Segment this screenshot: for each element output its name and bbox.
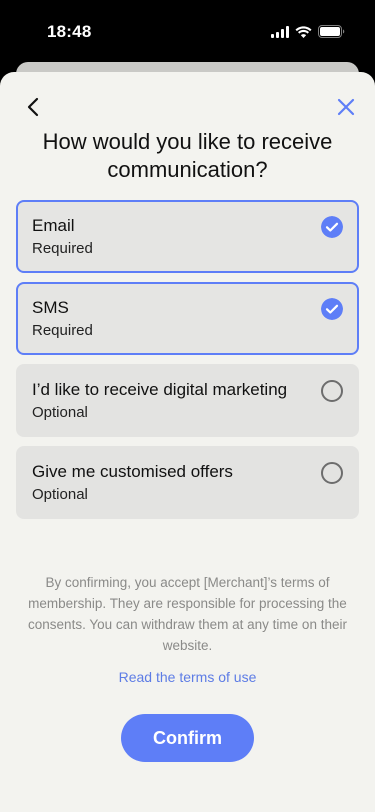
close-icon	[337, 98, 355, 116]
empty-circle-icon	[321, 380, 343, 402]
option-digital-marketing[interactable]: I’d like to receive digital marketing Op…	[16, 364, 359, 437]
confirm-button[interactable]: Confirm	[121, 714, 254, 762]
chevron-left-icon	[27, 97, 39, 117]
signal-icon	[271, 25, 289, 38]
option-customised-offers[interactable]: Give me customised offers Optional	[16, 446, 359, 519]
check-circle-icon	[321, 298, 343, 320]
option-email[interactable]: Email Required	[16, 200, 359, 273]
back-button[interactable]	[20, 94, 46, 120]
option-label: Give me customised offers	[32, 462, 233, 481]
page-title: How would you like to receive communicat…	[42, 129, 333, 182]
close-button[interactable]	[333, 94, 359, 120]
option-sub: Optional	[32, 404, 88, 421]
options-list: Email Required SMS Required I’d like to …	[16, 200, 359, 528]
option-sub: Optional	[32, 486, 88, 503]
empty-circle-icon	[321, 462, 343, 484]
phone-screen: 18:48 How would you like to receive comm…	[0, 0, 375, 812]
status-icons	[271, 25, 345, 38]
wifi-icon	[295, 25, 312, 38]
consent-text: By confirming, you accept [Merchant]’s t…	[28, 575, 347, 653]
option-label: Email	[32, 216, 75, 235]
battery-icon	[318, 25, 345, 38]
communication-sheet: How would you like to receive communicat…	[0, 72, 375, 812]
option-sms[interactable]: SMS Required	[16, 282, 359, 355]
check-circle-icon	[321, 216, 343, 238]
option-sub: Required	[32, 240, 93, 257]
terms-link[interactable]: Read the terms of use	[0, 669, 375, 685]
option-label: SMS	[32, 298, 69, 317]
option-sub: Required	[32, 322, 93, 339]
status-bar: 18:48	[0, 0, 375, 62]
status-time: 18:48	[47, 22, 92, 41]
option-label: I’d like to receive digital marketing	[32, 380, 288, 399]
